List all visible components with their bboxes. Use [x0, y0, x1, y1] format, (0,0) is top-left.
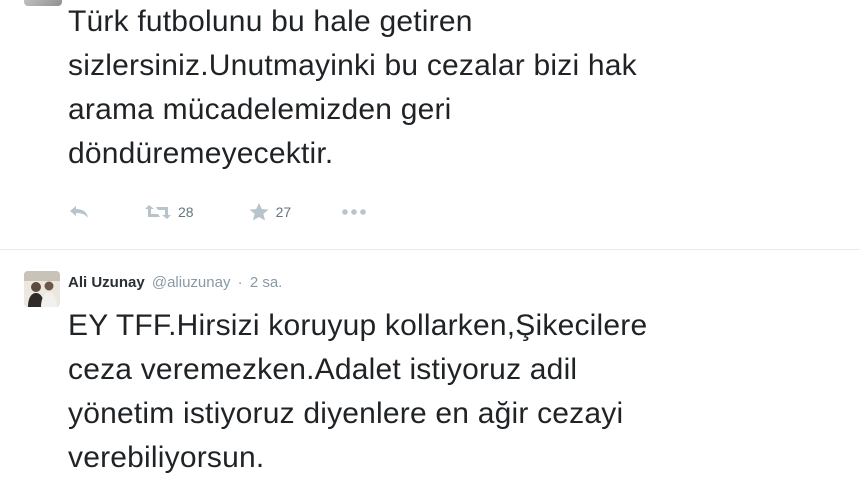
retweet-button[interactable]: 28 [144, 203, 194, 221]
author-name[interactable]: Ali Uzunay [68, 274, 145, 291]
star-icon [248, 202, 270, 222]
timestamp[interactable]: 2 sa. [250, 274, 283, 291]
tweet[interactable]: Türk futbolunu bu hale getiren sizlersin… [0, 0, 860, 250]
tweet-header: Ali Uzunay @aliuzunay · 2 sa. [68, 273, 282, 293]
retweet-icon [144, 203, 172, 221]
reply-button[interactable] [68, 204, 90, 220]
favorite-count: 27 [275, 204, 292, 220]
reply-icon [68, 204, 90, 220]
avatar[interactable] [24, 271, 60, 307]
tweet[interactable]: Ali Uzunay @aliuzunay · 2 sa. EY TFF.Hir… [0, 251, 860, 480]
tweet-text: Türk futbolunu bu hale getiren sizlersin… [68, 5, 637, 170]
tweet-actions: 28 27 [68, 198, 367, 226]
separator: · [237, 274, 243, 291]
more-icon [341, 208, 367, 216]
author-handle[interactable]: @aliuzunay [152, 274, 231, 291]
timeline: Türk futbolunu bu hale getiren sizlersin… [0, 0, 860, 480]
more-button[interactable] [341, 208, 367, 216]
favorite-button[interactable]: 27 [248, 202, 292, 222]
avatar[interactable] [24, 0, 62, 6]
retweet-count: 28 [178, 204, 194, 220]
tweet-text: EY TFF.Hirsizi koruyup kollarken,Şikecil… [68, 309, 648, 474]
